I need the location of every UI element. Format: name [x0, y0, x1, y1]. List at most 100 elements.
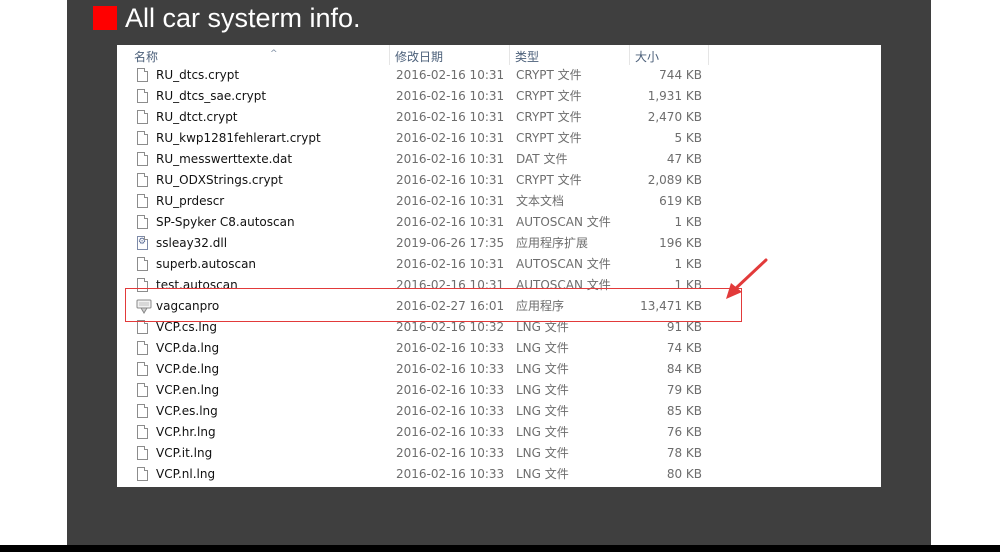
file-size: 5 KB — [674, 131, 702, 145]
file-size: 1,931 KB — [647, 89, 702, 103]
file-type: LNG 文件 — [516, 425, 569, 439]
file-icon — [137, 425, 148, 439]
file-type: CRYPT 文件 — [516, 173, 582, 187]
file-date: 2016-02-16 10:31 — [396, 257, 505, 271]
file-icon — [137, 131, 148, 145]
file-name: VCP.da.lng — [156, 341, 220, 355]
file-date: 2016-02-16 10:31 — [396, 152, 505, 166]
file-date: 2016-02-16 10:31 — [396, 173, 505, 187]
file-icon — [137, 362, 148, 376]
file-size: 84 KB — [666, 362, 702, 376]
file-icon — [137, 89, 148, 103]
file-row[interactable]: RU_dtcs_sae.crypt 2016-02-16 10:31 CRYPT 文… — [117, 86, 881, 107]
file-name: RU_dtcs.crypt — [156, 68, 240, 82]
column-header: 名称 ^ 修改日期 类型 大小 — [117, 45, 881, 65]
file-row[interactable]: VCP.de.lng 2016-02-16 10:33 LNG 文件 84 KB — [117, 359, 881, 380]
file-name: RU_ODXStrings.crypt — [156, 173, 283, 187]
file-date: 2016-02-16 10:31 — [396, 89, 505, 103]
file-size: 47 KB — [666, 152, 702, 166]
file-size: 79 KB — [666, 383, 702, 397]
bottom-bar — [0, 545, 1000, 552]
column-header-date[interactable]: 修改日期 — [390, 45, 510, 65]
file-row[interactable]: RU_messwerttexte.dat 2016-02-16 10:31 DAT … — [117, 149, 881, 170]
file-row[interactable]: VCP.hr.lng 2016-02-16 10:33 LNG 文件 76 KB — [117, 422, 881, 443]
file-name: RU_messwerttexte.dat — [156, 152, 293, 166]
file-row[interactable]: RU_dtct.crypt 2016-02-16 10:31 CRYPT 文件 2,4… — [117, 107, 881, 128]
file-icon — [137, 467, 148, 481]
file-date: 2016-02-16 10:33 — [396, 362, 505, 376]
file-name: VCP.es.lng — [156, 404, 218, 418]
file-icon — [137, 110, 148, 124]
file-icon — [137, 383, 148, 397]
file-type: LNG 文件 — [516, 341, 569, 355]
file-size: 619 KB — [659, 194, 702, 208]
file-name: VCP.nl.lng — [156, 467, 216, 481]
file-name: RU_dtcs_sae.crypt — [156, 89, 267, 103]
file-icon — [137, 446, 148, 460]
file-icon — [137, 194, 148, 208]
file-row[interactable]: VCP.nl.lng 2016-02-16 10:33 LNG 文件 80 KB — [117, 464, 881, 485]
file-icon — [137, 68, 148, 82]
file-row[interactable]: RU_dtcs.crypt 2016-02-16 10:31 CRYPT 文件 744… — [117, 65, 881, 86]
file-date: 2016-02-16 10:31 — [396, 194, 505, 208]
file-date: 2016-02-16 10:33 — [396, 446, 505, 460]
file-size: 74 KB — [666, 341, 702, 355]
column-header-size[interactable]: 大小 — [630, 45, 709, 65]
file-type: CRYPT 文件 — [516, 131, 582, 145]
file-size: 1 KB — [674, 215, 702, 229]
file-type: CRYPT 文件 — [516, 110, 582, 124]
file-size: 78 KB — [666, 446, 702, 460]
file-size: 76 KB — [666, 425, 702, 439]
file-icon — [137, 173, 148, 187]
file-type: LNG 文件 — [516, 383, 569, 397]
file-row[interactable]: RU_ODXStrings.crypt 2016-02-16 10:31 CRYPT… — [117, 170, 881, 191]
file-date: 2016-02-16 10:33 — [396, 404, 505, 418]
column-header-date-label: 修改日期 — [395, 50, 444, 64]
column-header-size-label: 大小 — [635, 50, 660, 64]
title-bullet-icon — [93, 6, 117, 30]
file-type: DAT 文件 — [516, 152, 568, 166]
file-size: 744 KB — [659, 68, 702, 82]
file-size: 80 KB — [666, 467, 702, 481]
file-name: RU_prdescr — [156, 194, 225, 208]
column-header-type[interactable]: 类型 — [510, 45, 630, 65]
file-date: 2016-02-16 10:31 — [396, 215, 505, 229]
page-title: All car systerm info. — [125, 3, 361, 33]
file-date: 2016-02-16 10:31 — [396, 131, 505, 145]
file-icon — [137, 257, 148, 271]
file-date: 2016-02-16 10:31 — [396, 68, 505, 82]
file-icon — [137, 341, 148, 355]
file-row[interactable]: VCP.en.lng 2016-02-16 10:33 LNG 文件 79 KB — [117, 380, 881, 401]
file-size: 196 KB — [659, 236, 702, 250]
file-type: LNG 文件 — [516, 446, 569, 460]
file-name: VCP.en.lng — [156, 383, 220, 397]
file-name: RU_kwp1281fehlerart.crypt — [156, 131, 321, 145]
file-type: CRYPT 文件 — [516, 68, 582, 82]
file-name: ssleay32.dll — [156, 236, 228, 250]
file-row[interactable]: SP-Spyker C8.autoscan 2016-02-16 10:31 AUT… — [117, 212, 881, 233]
file-name: VCP.it.lng — [156, 446, 213, 460]
file-row[interactable]: VCP.da.lng 2016-02-16 10:33 LNG 文件 74 KB — [117, 338, 881, 359]
file-icon — [137, 320, 148, 334]
sort-chevron-up-icon: ^ — [270, 49, 278, 59]
file-icon — [137, 152, 148, 166]
file-type: 应用程序扩展 — [516, 236, 589, 250]
file-row[interactable]: VCP.it.lng 2016-02-16 10:33 LNG 文件 78 KB — [117, 443, 881, 464]
annotation-arrow-icon — [726, 258, 768, 299]
file-row[interactable]: ssleay32.dll 2019-06-26 17:35 应用程序扩展 196 KB — [117, 232, 881, 254]
file-size: 2,470 KB — [647, 110, 702, 124]
file-row[interactable]: VCP.es.lng 2016-02-16 10:33 LNG 文件 85 KB — [117, 401, 881, 422]
file-type: LNG 文件 — [516, 362, 569, 376]
file-type: LNG 文件 — [516, 404, 569, 418]
file-row[interactable]: RU_prdescr 2016-02-16 10:31 文本文档 619 KB — [117, 191, 881, 212]
file-date: 2016-02-16 10:33 — [396, 383, 505, 397]
column-header-name[interactable]: 名称 ^ — [129, 45, 390, 65]
file-date: 2019-06-26 17:35 — [396, 236, 505, 250]
file-date: 2016-02-16 10:31 — [396, 110, 505, 124]
highlight-annotation-box — [125, 288, 742, 322]
file-icon — [137, 404, 148, 418]
column-header-type-label: 类型 — [515, 50, 540, 64]
file-name: SP-Spyker C8.autoscan — [156, 215, 295, 229]
file-size: 1 KB — [674, 257, 702, 271]
file-row[interactable]: RU_kwp1281fehlerart.crypt 2016-02-16 10:3… — [117, 128, 881, 149]
